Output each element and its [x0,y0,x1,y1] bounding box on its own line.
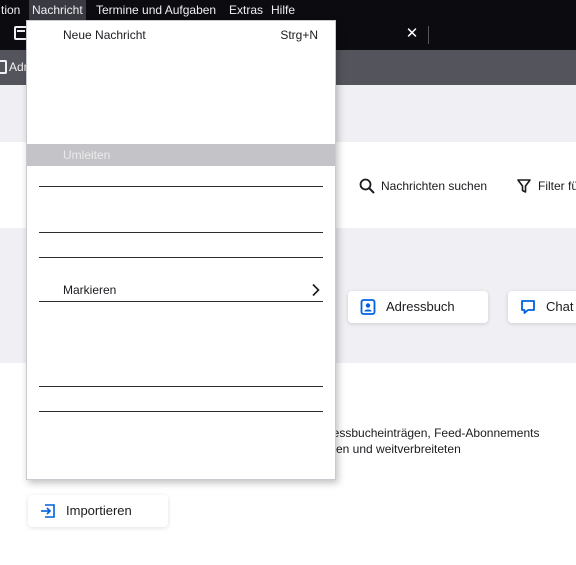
chevron-right-icon [312,283,320,297]
menu-hilfe[interactable]: Hilfe [268,0,298,20]
menu-ansicht-partial[interactable]: tion [0,0,23,20]
filter-button[interactable]: Filter fü [517,176,576,196]
filter-icon [517,179,531,193]
chat-label: Chat [546,299,574,314]
search-messages-button[interactable]: Nachrichten suchen [359,176,499,196]
import-label: Importieren [66,503,132,518]
menu-separator [39,386,323,387]
menu-extras[interactable]: Extras [226,0,266,20]
menu-termine-und-aufgaben[interactable]: Termine und Aufgaben [93,0,219,20]
import-button[interactable]: Importieren [28,495,168,527]
chat-icon [521,300,535,314]
menu-nachricht[interactable]: Nachricht [29,0,86,20]
description-line-1: dressbucheinträgen, Feed-Abonnements [322,426,540,440]
menu-item-redirect: Umleiten [27,144,335,166]
address-book-icon [360,299,376,315]
import-icon [41,504,55,518]
tab-divider [428,26,429,44]
menu-separator [39,186,323,187]
address-book-toolbar-label[interactable]: Adr [9,60,28,74]
search-icon [359,178,375,194]
description-line-2: men und weitverbreiteten [326,442,461,456]
menu-separator [39,257,323,258]
menu-item-mark[interactable]: Markieren [27,279,335,301]
redirect-label: Umleiten [63,148,111,162]
address-book-icon[interactable] [0,60,7,74]
menu-bar: tion Nachricht Termine und Aufgaben Extr… [0,0,576,20]
search-messages-label: Nachrichten suchen [381,179,488,193]
addressbook-label: Adressbuch [386,299,455,314]
new-message-shortcut: Strg+N [280,28,318,42]
filter-label: Filter fü [538,179,576,193]
menu-separator [39,301,323,302]
menu-item-new-message[interactable]: Neue Nachricht Strg+N [27,24,335,46]
menu-separator [39,232,323,233]
menu-separator [39,411,323,412]
mark-label: Markieren [63,283,117,297]
close-tab-icon[interactable]: ✕ [403,25,421,43]
nachricht-dropdown-menu: Neue Nachricht Strg+N Umleiten Markieren [26,20,336,480]
new-message-label: Neue Nachricht [63,28,146,42]
chat-button[interactable]: Chat [508,291,576,323]
addressbook-button[interactable]: Adressbuch [348,291,488,323]
